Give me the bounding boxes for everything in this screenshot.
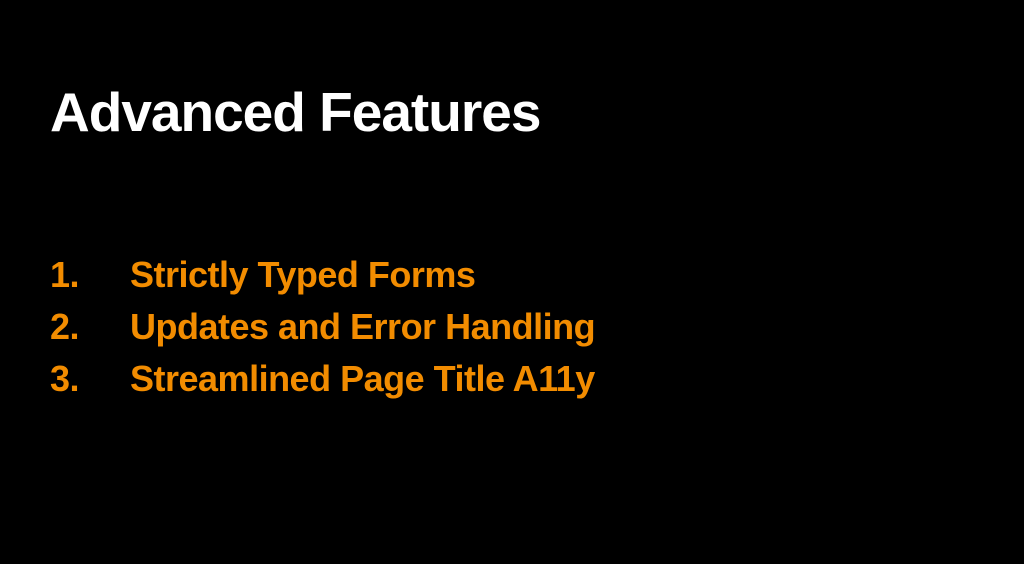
feature-list: Strictly Typed Forms Updates and Error H… [50, 249, 974, 406]
slide-title: Advanced Features [50, 80, 974, 144]
list-item: Strictly Typed Forms [50, 249, 974, 301]
list-item: Updates and Error Handling [50, 301, 974, 353]
slide-container: Advanced Features Strictly Typed Forms U… [0, 0, 1024, 564]
list-item: Streamlined Page Title A11y [50, 353, 974, 405]
